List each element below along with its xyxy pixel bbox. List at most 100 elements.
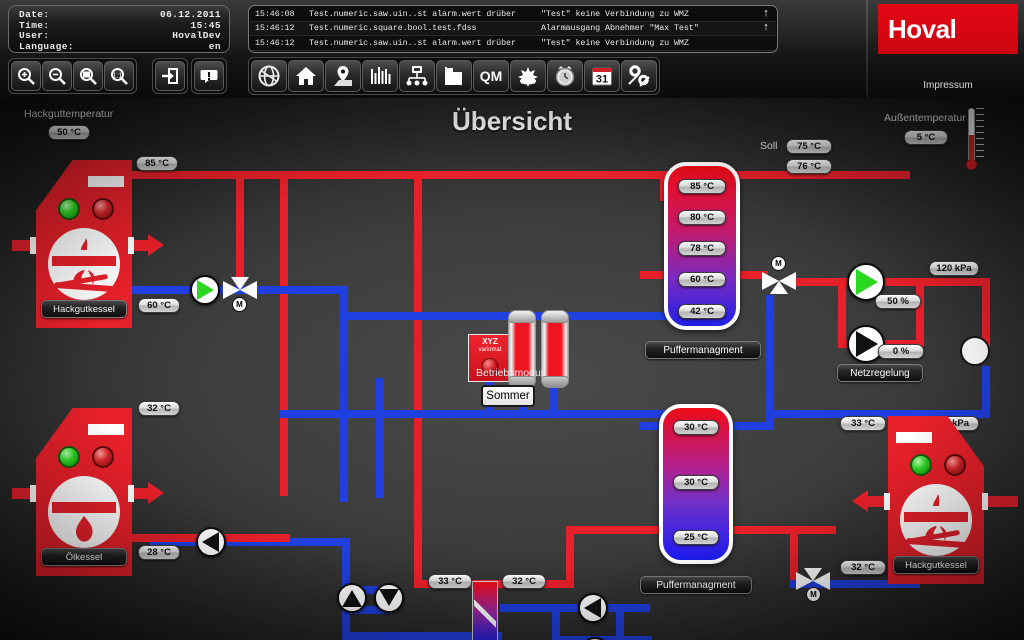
nav-biomass-button[interactable] xyxy=(510,60,546,92)
value-buffer-top-s1[interactable]: 85 °C xyxy=(678,179,726,194)
heat-exchanger-diagonal xyxy=(474,583,496,640)
pump-boiler2-return[interactable] xyxy=(196,527,226,557)
alarm-arrow-up-icon[interactable]: ↑ xyxy=(758,8,774,19)
info-label-date: Date: xyxy=(19,9,50,20)
pump-netz-secondary[interactable] xyxy=(847,325,885,363)
pump-impeller xyxy=(856,331,878,357)
value-boiler3-flow[interactable]: 33 °C xyxy=(840,416,886,431)
nav-home-button[interactable] xyxy=(288,60,324,92)
value-pressure-flow[interactable]: 120 kPa xyxy=(929,261,979,276)
alarm-time: 15:46:12 xyxy=(255,23,295,34)
pipe-net-vert-2 xyxy=(916,278,924,346)
boiler2-outlet-nub xyxy=(128,485,134,502)
hmi-screen: Date: 06.12.2011 Time: 15:45 User: Hoval… xyxy=(0,0,1024,640)
value-buffer-bottom-s1[interactable]: 30 °C xyxy=(673,420,719,435)
alarm-row[interactable]: 15:46:08 Test.numeric.saw.uin..st alarm.… xyxy=(250,7,776,22)
value-netz-pump1[interactable]: 50 % xyxy=(875,294,921,309)
value-boiler2-return[interactable]: 28 °C xyxy=(138,545,180,560)
value-einspeis-primary[interactable]: 33 °C xyxy=(428,574,472,589)
svg-text:31: 31 xyxy=(596,74,608,86)
value-ist[interactable]: 76 °C xyxy=(786,159,832,174)
pump-boiler1-return[interactable] xyxy=(190,275,220,305)
alarm-time: 15:46:08 xyxy=(255,8,295,19)
value-buffer-top-s2[interactable]: 80 °C xyxy=(678,210,726,225)
pipe-return-vert-b xyxy=(376,378,384,498)
pipe-vessel-header xyxy=(280,410,680,418)
pump-einspeis-2[interactable] xyxy=(374,583,404,613)
pump-impeller xyxy=(197,280,214,300)
caption-betriebsmodus: Betriebsmodus xyxy=(476,367,547,379)
zoom-fit-button[interactable] xyxy=(73,61,103,91)
caption-hackgut-temp: Hackguttemperatur xyxy=(24,108,114,120)
alarm-list[interactable]: 15:46:08 Test.numeric.saw.uin..st alarm.… xyxy=(248,5,778,53)
brand-name: Hoval xyxy=(888,13,957,44)
nav-alarm-clock-button[interactable] xyxy=(547,60,583,92)
alarm-tag: Test.numeric.saw.uin..st alarm.wert drüb… xyxy=(309,8,516,19)
alarm-arrow-up-icon[interactable]: ↑ xyxy=(758,23,774,34)
pump-einspeis-1[interactable] xyxy=(337,583,367,613)
value-soll[interactable]: 75 °C xyxy=(786,139,832,154)
value-boiler2-flow[interactable]: 32 °C xyxy=(138,401,180,416)
impressum-link[interactable]: Impressum xyxy=(878,80,1018,91)
pump-impeller xyxy=(584,598,601,618)
valve-port-up xyxy=(231,277,249,290)
value-boiler1-return[interactable]: 60 °C xyxy=(138,298,180,313)
betriebsmodus-button[interactable]: Sommer xyxy=(481,385,535,407)
boiler1-outlet-nub xyxy=(128,237,134,254)
pipe-net-vert-1 xyxy=(838,278,846,348)
pipe-flow-branch-b xyxy=(280,171,288,496)
nav-qm-button[interactable]: QM xyxy=(473,60,509,92)
value-boiler1-flow[interactable]: 85 °C xyxy=(136,156,178,171)
pressure-gauge[interactable] xyxy=(960,336,990,366)
boiler-lamp-red xyxy=(92,446,114,468)
value-buffer-top-s3[interactable]: 78 °C xyxy=(678,241,726,256)
zoom-in-button[interactable] xyxy=(11,61,41,91)
pump-sec-1[interactable] xyxy=(578,593,608,623)
valve-motor-icon-netz: M xyxy=(771,256,786,271)
nav-settings-button[interactable] xyxy=(621,60,657,92)
buffer-bottom-label[interactable]: Puffermanagment xyxy=(640,576,752,594)
value-buffer-top-s5[interactable]: 42 °C xyxy=(678,304,726,319)
pipe-return-mid xyxy=(340,312,670,320)
zoom-actual-size-button[interactable]: 1:1 xyxy=(104,61,134,91)
boiler-hackgutkessel-top[interactable]: Hackgutkessel xyxy=(36,160,132,328)
pump-impeller xyxy=(379,589,399,606)
value-buffer-top-s4[interactable]: 60 °C xyxy=(678,272,726,287)
boiler-display-bar xyxy=(88,176,124,187)
boiler-label-oelkessel[interactable]: Ölkessel xyxy=(41,548,127,566)
value-buffer-bottom-s2[interactable]: 30 °C xyxy=(673,475,719,490)
alarm-info-button[interactable] xyxy=(194,61,224,91)
boiler2-outlet-arrow-icon xyxy=(148,482,164,504)
heat-exchanger[interactable] xyxy=(472,581,498,640)
login-button[interactable] xyxy=(155,61,185,91)
boiler1-inlet-nub xyxy=(30,237,36,254)
zoom-out-button[interactable] xyxy=(42,61,72,91)
nav-chart-button[interactable] xyxy=(362,60,398,92)
value-boiler3-return[interactable]: 32 °C xyxy=(840,560,886,575)
boiler-lamp-red xyxy=(944,454,966,476)
value-netz-pump2[interactable]: 0 % xyxy=(878,344,924,359)
value-aussentemperatur[interactable]: 5 °C xyxy=(904,130,948,145)
value-hackgut-temp[interactable]: 50 °C xyxy=(48,125,90,140)
netzregelung-label[interactable]: Netzregelung xyxy=(837,364,923,382)
nav-calendar-button[interactable]: 31 xyxy=(584,60,620,92)
value-buffer-bottom-s3[interactable]: 25 °C xyxy=(673,530,719,545)
nav-globe-button[interactable] xyxy=(251,60,287,92)
boiler-hackgutkessel-right[interactable]: Hackgutkessel xyxy=(888,416,984,584)
nav-trend-button[interactable] xyxy=(436,60,472,92)
boiler-label-hackgutkessel-right[interactable]: Hackgutkessel xyxy=(893,556,979,574)
boiler-label-hackgutkessel-top[interactable]: Hackgutkessel xyxy=(41,300,127,318)
boiler-oelkessel[interactable]: Ölkessel xyxy=(36,408,132,576)
brand-logo: Hoval xyxy=(878,4,1018,54)
value-einspeis-secondary[interactable]: 32 °C xyxy=(502,574,546,589)
boiler-lamp-green xyxy=(910,454,932,476)
nav-network-button[interactable] xyxy=(399,60,435,92)
boiler3-outlet-arrow-icon xyxy=(852,490,868,512)
alarm-row[interactable]: 15:46:12 Test.numeric.square.bool.test.f… xyxy=(250,21,776,37)
alarm-row[interactable]: 15:46:12 Test.numeric.saw.uin..st alarm.… xyxy=(250,36,776,51)
buffer-top-label[interactable]: Puffermanagment xyxy=(645,341,761,359)
valve-motor-icon-boiler1: M xyxy=(232,297,247,312)
nav-location-button[interactable] xyxy=(325,60,361,92)
info-label-language: Language: xyxy=(19,40,74,52)
valve-netz-mixing[interactable] xyxy=(762,268,796,294)
